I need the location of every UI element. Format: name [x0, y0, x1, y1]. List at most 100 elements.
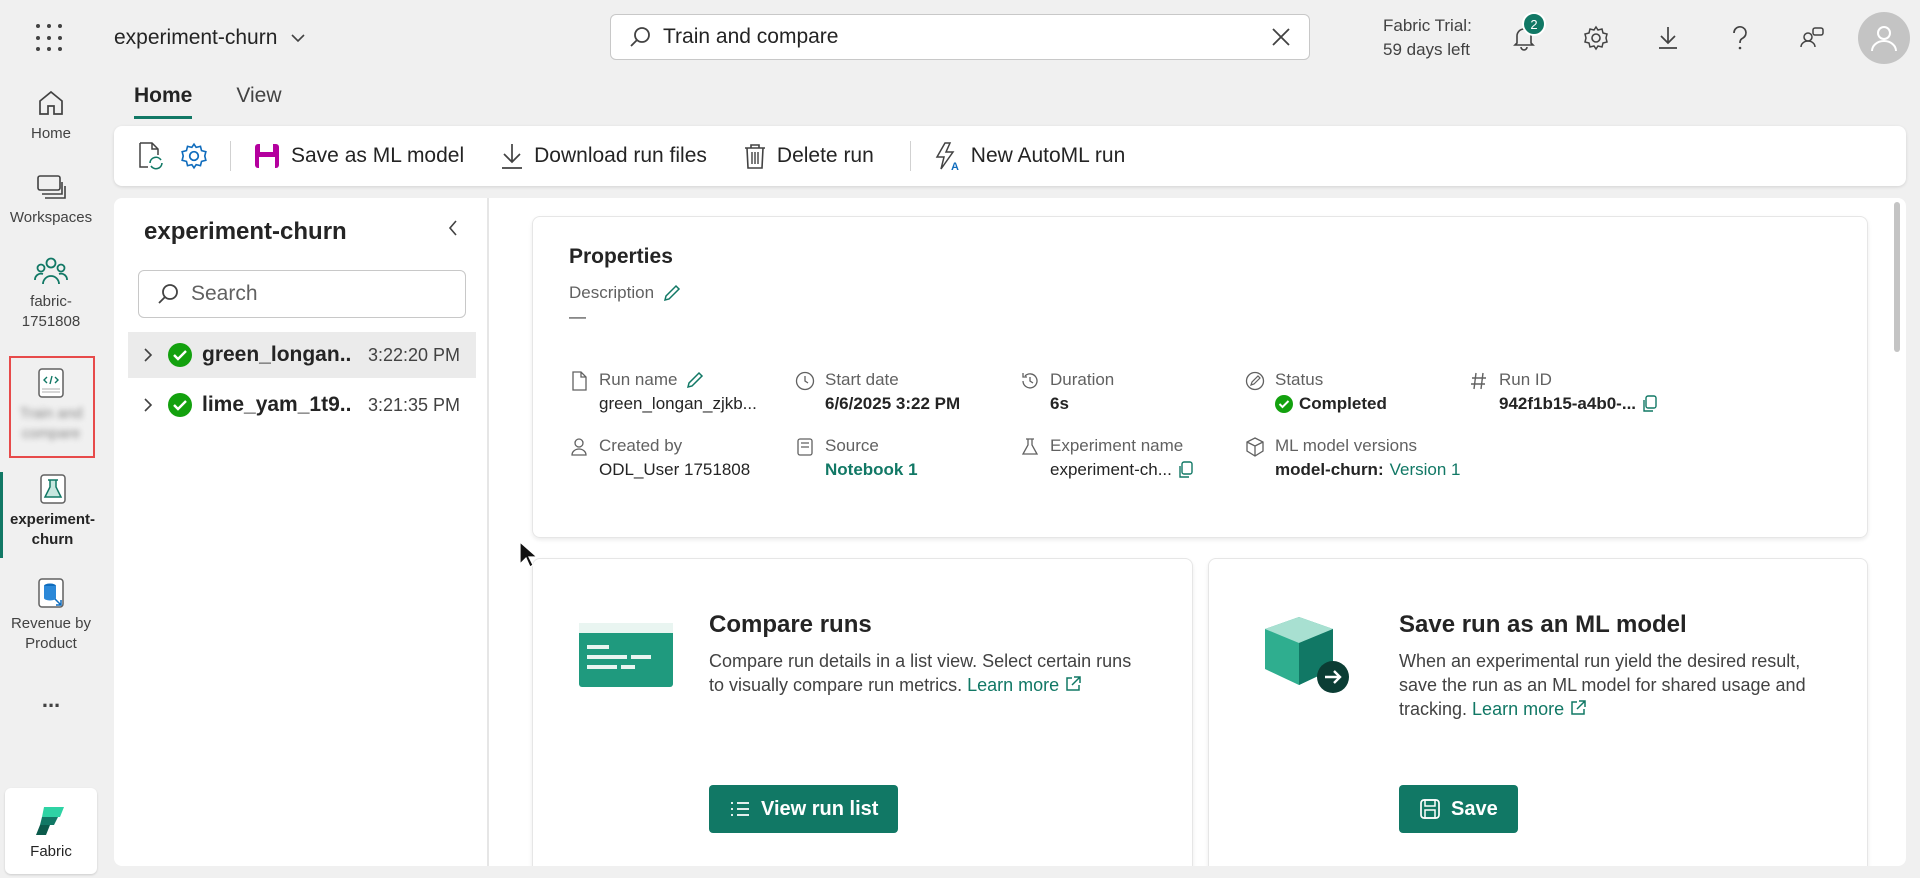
app-launcher-icon[interactable]	[36, 24, 66, 54]
mouse-pointer-icon	[519, 540, 538, 568]
run-time: 3:21:35 PM	[367, 394, 460, 415]
save-button[interactable]: Save	[1399, 785, 1518, 833]
help-button[interactable]	[1724, 22, 1756, 54]
save-learn-more-link[interactable]: Learn more	[1472, 699, 1564, 719]
copy-icon[interactable]	[1178, 461, 1194, 479]
settings-toolbar-button[interactable]	[180, 142, 208, 170]
workspace-selector[interactable]: experiment-churn	[114, 26, 305, 50]
delete-run-button[interactable]: Delete run	[743, 142, 874, 170]
chevron-right-icon[interactable]	[143, 397, 153, 413]
start-date-value: 6/6/2025 3:22 PM	[825, 394, 961, 413]
notebook-icon	[797, 438, 813, 456]
edit-pencil-icon[interactable]	[685, 370, 705, 390]
chevron-down-icon	[291, 34, 305, 43]
settings-button[interactable]	[1580, 22, 1612, 54]
copy-icon[interactable]	[1642, 395, 1658, 413]
save-as-ml-model-button[interactable]: Save as ML model	[253, 142, 464, 170]
compare-runs-title: Compare runs	[709, 611, 872, 638]
compare-learn-more-link[interactable]: Learn more	[967, 675, 1059, 695]
source-link[interactable]: Notebook 1	[825, 457, 918, 483]
global-search-input[interactable]: Train and compare	[663, 25, 1271, 49]
left-nav: Home Workspaces fabric-1751808 Train and…	[0, 76, 102, 878]
created-by-value: ODL_User 1751808	[599, 460, 751, 479]
experiment-name-field: Experiment name experiment-ch...	[1020, 435, 1194, 483]
fabric-switcher[interactable]: Fabric	[5, 788, 97, 874]
new-automl-run-label: New AutoML run	[970, 144, 1126, 167]
nav-home-label: Home	[30, 125, 71, 142]
toolbar-divider	[909, 141, 911, 171]
check-circle-icon	[168, 393, 192, 417]
clear-search-icon[interactable]	[1271, 27, 1291, 47]
ml-model-cube-illustration	[1265, 617, 1349, 693]
delete-run-label: Delete run	[776, 144, 874, 167]
run-name: green_longan...	[202, 343, 352, 366]
feedback-icon	[1800, 27, 1824, 48]
refresh-button[interactable]	[136, 141, 164, 171]
run-list-item[interactable]: green_longan... 3:22:20 PM	[128, 332, 476, 378]
compare-runs-description: Compare run details in a list view. Sele…	[709, 649, 1131, 697]
save-desc-line: save the run as an ML model for shared u…	[1399, 675, 1806, 695]
toolbar-divider	[230, 141, 231, 171]
ml-model-version-link[interactable]: Version 1	[1390, 457, 1461, 483]
status-value: Completed	[1299, 394, 1387, 413]
list-icon	[731, 802, 749, 816]
home-icon	[39, 90, 63, 115]
main-content: experiment-churn Search green_longan... …	[114, 198, 1906, 866]
nav-experiment-churn[interactable]: experiment-churn	[0, 472, 102, 558]
compare-runs-illustration	[579, 623, 673, 687]
trial-label: Fabric Trial:	[1383, 16, 1472, 35]
source-field: Source Notebook 1	[795, 435, 918, 483]
new-automl-run-button[interactable]: A New AutoML run	[933, 141, 1125, 171]
nav-home[interactable]: Home	[0, 86, 102, 144]
chevron-right-icon[interactable]	[143, 347, 153, 363]
run-id-value: 942f1b15-a4b0-...	[1499, 394, 1637, 413]
nav-workspace-fabric[interactable]: fabric-1751808	[0, 254, 102, 332]
description-row: Description	[569, 283, 682, 303]
people-group-icon	[34, 257, 68, 285]
trial-status[interactable]: Fabric Trial: 59 days left	[1383, 14, 1472, 62]
notification-badge: 2	[1522, 12, 1546, 36]
ml-model-versions-field: ML model versions model-churn: Version 1	[1245, 435, 1461, 483]
experiment-name-value: experiment-ch...	[1050, 460, 1172, 479]
start-date-label: Start date	[825, 370, 899, 389]
file-icon	[572, 371, 587, 391]
help-icon	[1733, 25, 1747, 50]
trash-icon	[744, 144, 765, 169]
tab-view[interactable]: View	[236, 84, 281, 119]
run-id-field: Run ID 942f1b15-a4b0-...	[1469, 369, 1658, 417]
duration-value: 6s	[1050, 394, 1069, 413]
cube-icon	[1246, 437, 1264, 457]
svg-text:A: A	[951, 161, 959, 171]
status-label: Status	[1275, 370, 1324, 389]
compare-desc-line: Compare run details in a list view. Sele…	[709, 651, 1132, 671]
feedback-button[interactable]	[1796, 22, 1828, 54]
nav-workspaces[interactable]: Workspaces	[0, 170, 102, 228]
hash-icon	[1471, 372, 1486, 390]
description-label: Description	[569, 283, 655, 302]
run-name-value: green_longan_zjkb...	[599, 394, 757, 413]
collapse-panel-button[interactable]	[446, 218, 460, 238]
view-run-list-button[interactable]: View run list	[709, 785, 899, 833]
nav-experiment-churn-label: experiment-churn	[9, 511, 96, 548]
download-button[interactable]	[1652, 22, 1684, 54]
save-icon	[255, 144, 279, 168]
gear-icon	[181, 142, 207, 170]
tab-home[interactable]: Home	[134, 84, 193, 119]
content-scrollbar[interactable]	[1894, 202, 1900, 352]
avatar[interactable]	[1858, 12, 1910, 64]
more-options-icon[interactable]: ...	[0, 689, 102, 711]
save-desc-line: When an experimental run yield the desir…	[1399, 651, 1801, 671]
runs-panel: experiment-churn Search green_longan... …	[114, 198, 489, 866]
description-value: —	[569, 307, 586, 326]
user-icon	[1871, 26, 1897, 52]
global-search-box[interactable]: Train and compare	[610, 14, 1310, 60]
clock-icon	[795, 371, 815, 391]
nav-workspaces-label: Workspaces	[9, 209, 93, 226]
run-list-item[interactable]: lime_yam_1t9... 3:21:35 PM	[128, 382, 476, 428]
database-icon	[38, 578, 64, 608]
nav-revenue-by-product[interactable]: Revenue by Product	[0, 576, 102, 654]
edit-pencil-icon[interactable]	[662, 283, 682, 303]
runs-search-input[interactable]: Search	[138, 270, 466, 318]
external-link-icon	[1571, 700, 1586, 715]
download-run-files-button[interactable]: Download run files	[500, 142, 707, 170]
